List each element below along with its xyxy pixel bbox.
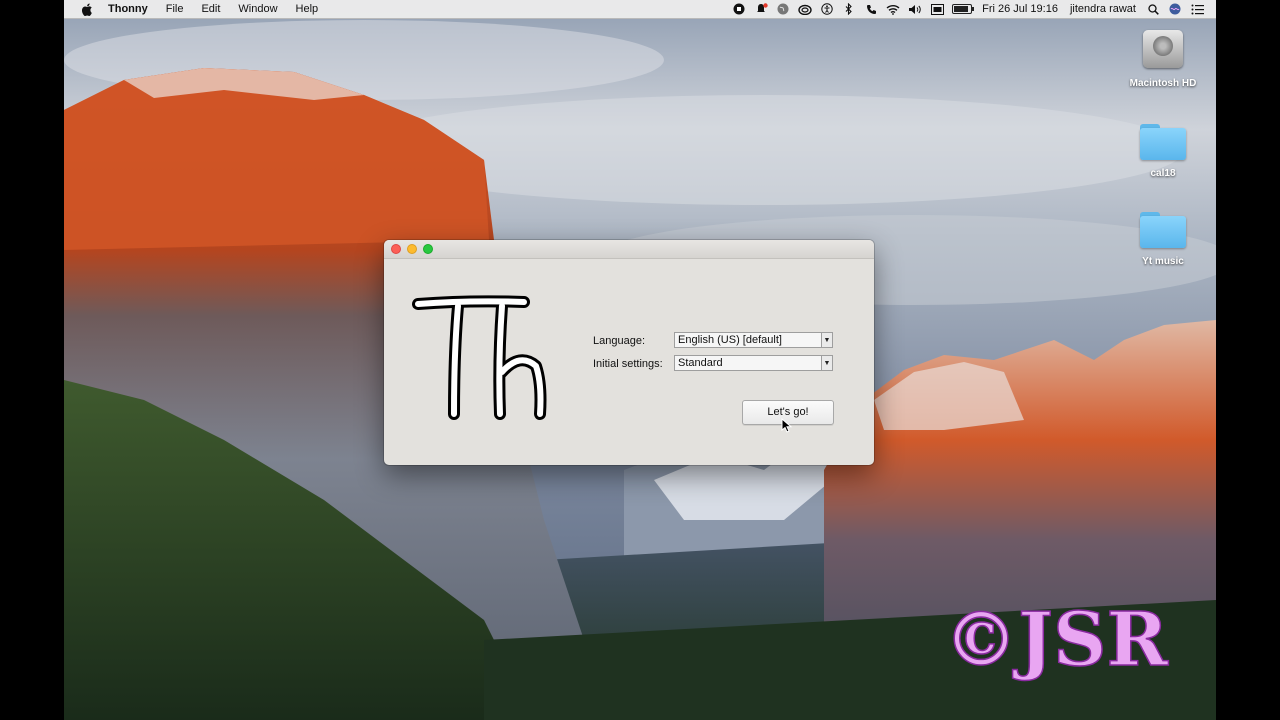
close-window-button[interactable] xyxy=(391,244,401,254)
minimize-window-button[interactable] xyxy=(407,244,417,254)
window-title-bar[interactable] xyxy=(384,240,874,259)
bluetooth-icon[interactable] xyxy=(841,2,857,16)
clock-datetime[interactable]: Fri 26 Jul 19:16 xyxy=(982,3,1058,15)
cloud-icon[interactable] xyxy=(797,2,813,16)
app-menu-thonny[interactable]: Thonny xyxy=(98,0,157,18)
accessibility-icon[interactable] xyxy=(819,2,835,16)
volume-icon[interactable] xyxy=(907,2,923,16)
menu-help[interactable]: Help xyxy=(287,0,328,18)
battery-icon[interactable] xyxy=(952,4,975,14)
folder-icon xyxy=(1138,122,1188,162)
apple-logo-icon[interactable] xyxy=(76,2,98,16)
desktop-icon-cal18[interactable]: cal18 xyxy=(1118,122,1208,179)
flag-icon[interactable] xyxy=(929,2,945,16)
desktop-icon-label: Macintosh HD xyxy=(1129,78,1197,89)
language-select-value: English (US) [default] xyxy=(678,334,782,346)
jsr-watermark: ©JSR xyxy=(944,596,1169,684)
globe-icon[interactable] xyxy=(775,2,791,16)
notification-bell-icon[interactable] xyxy=(753,2,769,16)
menu-bar: Thonny File Edit Window Help Fri 26 Jul … xyxy=(64,0,1216,19)
menu-file[interactable]: File xyxy=(157,0,193,18)
hard-drive-icon xyxy=(1141,26,1185,72)
desktop-icon-yt-music[interactable]: Yt music xyxy=(1118,210,1208,267)
menu-edit[interactable]: Edit xyxy=(192,0,229,18)
phone-icon[interactable] xyxy=(863,2,879,16)
notification-center-icon[interactable] xyxy=(1189,2,1205,16)
thonny-welcome-dialog: Language: English (US) [default] ▼ Initi… xyxy=(384,240,874,465)
watermark-text: ©JSR xyxy=(944,597,1168,683)
initial-settings-label: Initial settings: xyxy=(593,358,663,370)
desktop-screen: Thonny File Edit Window Help Fri 26 Jul … xyxy=(64,0,1216,720)
desktop-icon-macintosh-hd[interactable]: Macintosh HD xyxy=(1118,26,1208,89)
desktop-icon-label: Yt music xyxy=(1142,256,1184,267)
language-label: Language: xyxy=(593,335,645,347)
chevron-down-icon[interactable]: ▼ xyxy=(821,333,832,347)
screen-record-icon[interactable] xyxy=(731,2,747,16)
language-select[interactable]: English (US) [default] ▼ xyxy=(674,332,833,348)
spotlight-search-icon[interactable] xyxy=(1145,2,1161,16)
thonny-logo xyxy=(412,295,547,420)
siri-icon[interactable] xyxy=(1167,2,1183,16)
user-account-name[interactable]: jitendra rawat xyxy=(1070,3,1136,15)
folder-icon xyxy=(1138,210,1188,250)
chevron-down-icon[interactable]: ▼ xyxy=(821,356,832,370)
initial-settings-select[interactable]: Standard ▼ xyxy=(674,355,833,371)
menu-window[interactable]: Window xyxy=(229,0,286,18)
desktop-icon-label: cal18 xyxy=(1150,168,1176,179)
mouse-pointer-icon xyxy=(781,418,793,433)
initial-settings-select-value: Standard xyxy=(678,357,723,369)
wifi-icon[interactable] xyxy=(885,2,901,16)
maximize-window-button[interactable] xyxy=(423,244,433,254)
